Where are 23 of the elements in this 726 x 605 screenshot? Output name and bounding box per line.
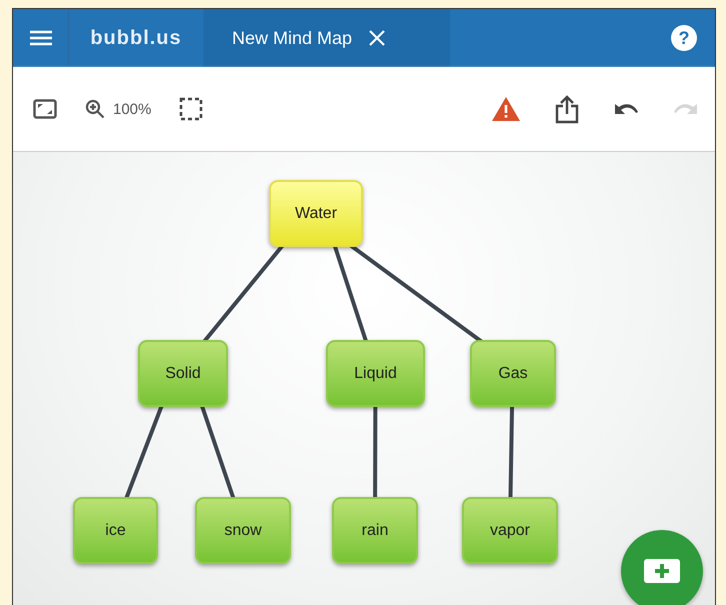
topic-bubble[interactable]: vapor bbox=[462, 497, 558, 564]
close-icon[interactable] bbox=[368, 29, 386, 47]
topic-bubble[interactable]: rain bbox=[332, 497, 418, 564]
undo-icon bbox=[613, 101, 639, 117]
zoom-in-icon bbox=[85, 99, 105, 119]
warning-icon bbox=[491, 96, 521, 122]
add-box-icon bbox=[644, 559, 680, 583]
topic-bubble[interactable]: Solid bbox=[138, 340, 228, 407]
topic-bubble[interactable]: ice bbox=[73, 497, 158, 564]
topic-bubble[interactable]: Liquid bbox=[326, 340, 425, 407]
help-button[interactable]: ? bbox=[671, 25, 697, 51]
document-tab[interactable]: New Mind Map bbox=[204, 9, 450, 67]
zoom-button[interactable]: 100% bbox=[81, 95, 156, 123]
topic-bubble[interactable]: Water bbox=[269, 180, 363, 247]
redo-icon bbox=[673, 101, 699, 117]
menu-icon bbox=[30, 30, 52, 46]
add-topic-button[interactable] bbox=[621, 530, 703, 605]
topic-bubble[interactable]: snow bbox=[195, 497, 291, 564]
tab-label: New Mind Map bbox=[232, 28, 352, 48]
topic-bubble[interactable]: Gas bbox=[470, 340, 556, 407]
selection-icon bbox=[179, 97, 204, 121]
share-icon bbox=[555, 94, 579, 124]
fit-screen-icon bbox=[33, 99, 57, 119]
